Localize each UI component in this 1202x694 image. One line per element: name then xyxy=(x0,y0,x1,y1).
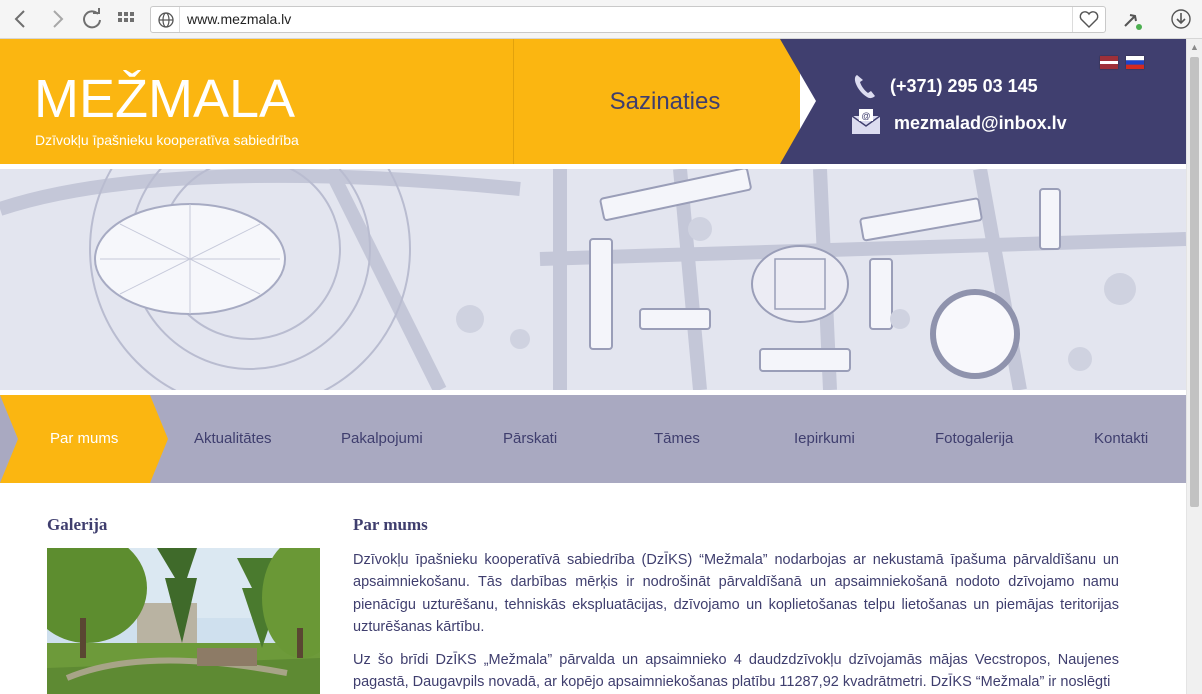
scroll-up-icon[interactable]: ▲ xyxy=(1190,42,1199,52)
nav-item-pakalpojumi[interactable]: Pakalpojumi xyxy=(341,430,423,447)
nav-item-parskati[interactable]: Pārskati xyxy=(503,430,557,447)
nav-item-par-mums[interactable]: Par mums xyxy=(50,430,118,447)
svg-text:@: @ xyxy=(861,111,870,121)
nav-item-iepirkumi[interactable]: Iepirkumi xyxy=(794,430,855,447)
scroll-thumb[interactable] xyxy=(1190,57,1199,507)
site-logo[interactable]: MEŽMALA xyxy=(34,68,295,130)
back-icon[interactable] xyxy=(8,6,34,32)
sidebar-gallery-title: Galerija xyxy=(47,515,108,534)
extension-icon[interactable] xyxy=(1120,8,1144,32)
description-paragraph: Uz šo brīdi DzĪKS „Mežmala” pārvalda un … xyxy=(353,652,1119,691)
apps-grid-icon[interactable] xyxy=(114,6,140,32)
language-ru-flag-icon[interactable] xyxy=(1126,56,1144,69)
language-lv-flag-icon[interactable] xyxy=(1100,56,1118,69)
reload-icon[interactable] xyxy=(79,6,105,32)
banner-site-plan-image xyxy=(0,169,1186,390)
heart-icon[interactable] xyxy=(1072,7,1105,32)
gallery-photo[interactable] xyxy=(47,548,320,694)
address-divider xyxy=(179,7,180,32)
page-title: Par mums xyxy=(353,515,428,534)
site-tagline: Dzīvokļu īpašnieku kooperatīva sabiedrīb… xyxy=(35,132,299,148)
page-scrollbar[interactable]: ▲ xyxy=(1186,39,1202,694)
contact-link[interactable]: Sazinaties xyxy=(560,88,770,116)
mail-icon: @ xyxy=(850,108,882,136)
url-text[interactable]: www.mezmala.lv xyxy=(187,11,291,27)
download-icon[interactable] xyxy=(1170,8,1192,30)
forward-icon[interactable] xyxy=(44,6,70,32)
address-bar[interactable]: www.mezmala.lv xyxy=(150,6,1106,33)
nav-item-aktualitates[interactable]: Aktualitātes xyxy=(194,430,272,447)
nav-item-tames[interactable]: Tāmes xyxy=(654,430,700,447)
nav-item-fotogalerija[interactable]: Fotogalerija xyxy=(935,430,1013,447)
intro-paragraph: Dzīvokļu īpašnieku kooperatīvā sabiedrīb… xyxy=(353,552,1119,635)
nav-item-kontakti[interactable]: Kontakti xyxy=(1094,430,1148,447)
phone-number[interactable]: (+371) 295 03 145 xyxy=(890,76,1038,97)
phone-icon xyxy=(852,72,878,100)
globe-icon xyxy=(157,11,175,29)
email-address[interactable]: mezmalad@inbox.lv xyxy=(894,113,1067,134)
browser-toolbar: www.mezmala.lv xyxy=(0,0,1202,39)
header-divider xyxy=(513,39,514,164)
